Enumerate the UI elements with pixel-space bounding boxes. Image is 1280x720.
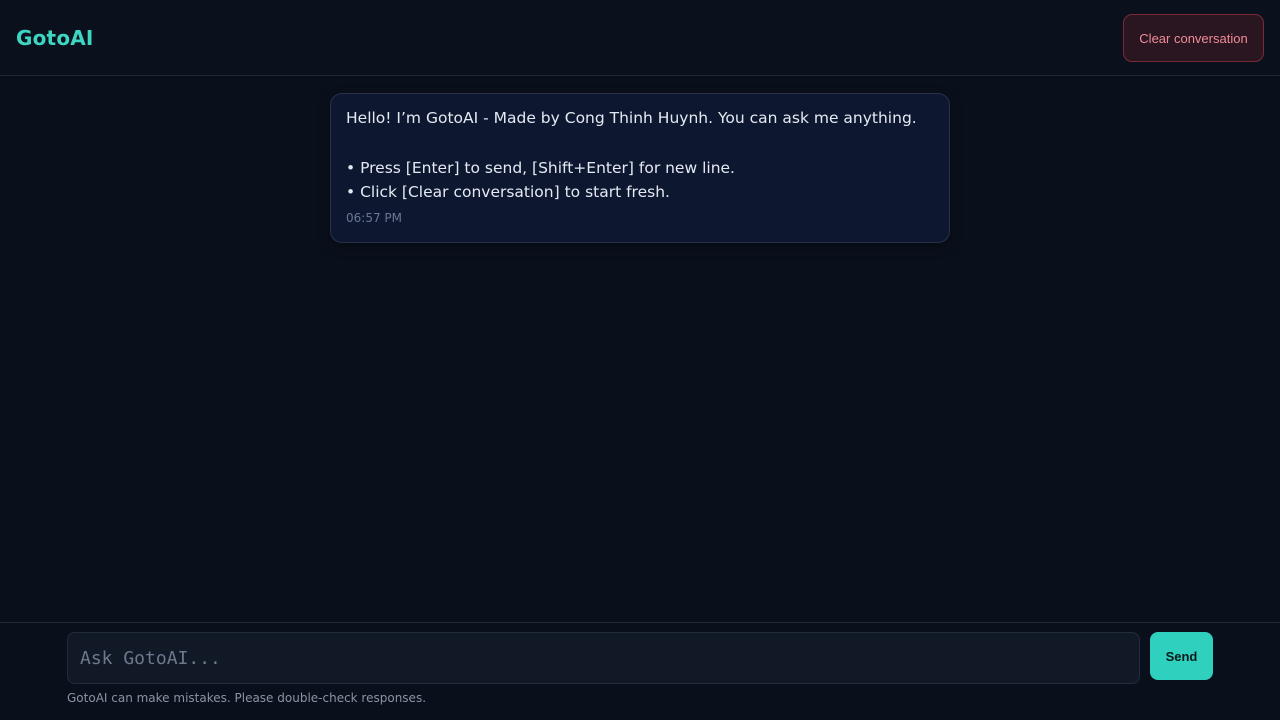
message-line: Hello! I’m GotoAI - Made by Cong Thinh H… — [346, 109, 917, 127]
brand-logo: GotoAI — [16, 26, 94, 50]
message-timestamp: 06:57 PM — [346, 211, 402, 225]
message-line: • Press [Enter] to send, [Shift+Enter] f… — [346, 159, 735, 177]
clear-conversation-button[interactable]: Clear conversation — [1123, 14, 1264, 62]
disclaimer-text: GotoAI can make mistakes. Please double-… — [67, 691, 427, 705]
message-input[interactable] — [67, 632, 1140, 684]
send-button[interactable]: Send — [1150, 632, 1213, 680]
assistant-message: Hello! I’m GotoAI - Made by Cong Thinh H… — [330, 93, 950, 243]
top-bar: GotoAI Clear conversation — [0, 0, 1280, 76]
chat-area: Hello! I’m GotoAI - Made by Cong Thinh H… — [0, 77, 1280, 622]
composer: Send GotoAI can make mistakes. Please do… — [0, 622, 1280, 720]
message-line: • Click [Clear conversation] to start fr… — [346, 183, 670, 201]
app-window: GotoAI Clear conversation Hello! I’m Got… — [0, 0, 1280, 720]
